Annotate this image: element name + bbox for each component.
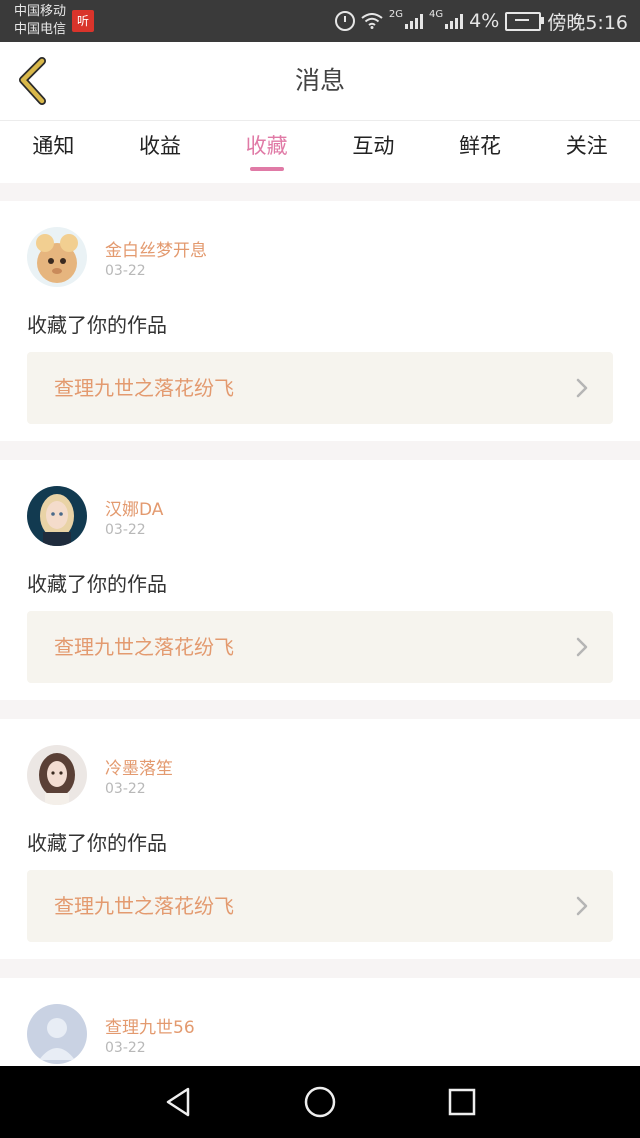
- status-indicators: 2G 4G 4% 傍晚5:16: [334, 0, 628, 42]
- message-card: 汉娜DA 03-22 收藏了你的作品 查理九世之落花纷飞: [0, 460, 640, 700]
- message-card: 金白丝梦开息 03-22 收藏了你的作品 查理九世之落花纷飞: [0, 201, 640, 441]
- tab-notify[interactable]: 通知: [0, 121, 107, 183]
- work-link[interactable]: 查理九世之落花纷飞: [27, 611, 613, 683]
- system-nav-bar: [0, 1066, 640, 1138]
- battery-percent: 4%: [469, 10, 500, 32]
- tab-bar: 通知 收益 收藏 互动 鲜花 关注: [0, 121, 640, 183]
- signal-2g-icon: [405, 13, 424, 29]
- carrier-1: 中国移动: [14, 4, 67, 19]
- carrier-2: 中国电信: [14, 22, 67, 37]
- user-name[interactable]: 汉娜DA: [105, 495, 163, 520]
- tab-follow[interactable]: 关注: [533, 121, 640, 183]
- work-link[interactable]: 查理九世之落花纷飞: [27, 352, 613, 424]
- message-date: 03-22: [105, 263, 146, 279]
- circle-home-icon[interactable]: [302, 1084, 338, 1120]
- avatar[interactable]: [27, 486, 87, 546]
- user-name[interactable]: 金白丝梦开息: [105, 236, 207, 261]
- battery-charging-icon: [505, 11, 545, 31]
- message-card: 查理九世56 03-22: [0, 978, 640, 1066]
- page-title: 消息: [294, 66, 345, 95]
- status-bar: 中国移动 中国电信 听 2G 4G 4% 傍晚5:16: [0, 0, 640, 42]
- user-name[interactable]: 查理九世56: [105, 1013, 195, 1038]
- carrier-info: 中国移动 中国电信: [14, 3, 66, 39]
- action-text: 收藏了你的作品: [27, 572, 167, 596]
- tab-flowers[interactable]: 鲜花: [427, 121, 534, 183]
- listen-app-icon: 听: [72, 10, 94, 32]
- chevron-right-icon: [576, 378, 588, 398]
- message-date: 03-22: [105, 522, 146, 538]
- avatar[interactable]: [27, 227, 87, 287]
- message-date: 03-22: [105, 1040, 146, 1056]
- work-title: 查理九世之落花纷飞: [54, 894, 234, 918]
- header: 消息: [0, 42, 640, 121]
- chevron-right-icon: [576, 637, 588, 657]
- tab-favorites[interactable]: 收藏: [213, 121, 320, 183]
- clock: 傍晚5:16: [547, 11, 628, 34]
- triangle-back-icon[interactable]: [160, 1084, 196, 1120]
- tab-income[interactable]: 收益: [107, 121, 214, 183]
- net-4g-label: 4G: [429, 8, 444, 20]
- work-title: 查理九世之落花纷飞: [54, 376, 234, 400]
- wifi-icon: [361, 13, 383, 29]
- alarm-icon: [334, 11, 355, 31]
- user-name[interactable]: 冷墨落笙: [105, 754, 173, 779]
- message-date: 03-22: [105, 781, 146, 797]
- signal-4g-icon: [445, 13, 464, 29]
- action-text: 收藏了你的作品: [27, 313, 167, 337]
- work-link[interactable]: 查理九世之落花纷飞: [27, 870, 613, 942]
- net-2g-label: 2G: [388, 8, 404, 20]
- default-avatar-icon[interactable]: [27, 1004, 87, 1064]
- square-recents-icon[interactable]: [444, 1084, 480, 1120]
- work-title: 查理九世之落花纷飞: [54, 635, 234, 659]
- chevron-right-icon: [576, 896, 588, 916]
- action-text: 收藏了你的作品: [27, 831, 167, 855]
- avatar[interactable]: [27, 745, 87, 805]
- message-card: 冷墨落笙 03-22 收藏了你的作品 查理九世之落花纷飞: [0, 719, 640, 959]
- tab-interaction[interactable]: 互动: [320, 121, 427, 183]
